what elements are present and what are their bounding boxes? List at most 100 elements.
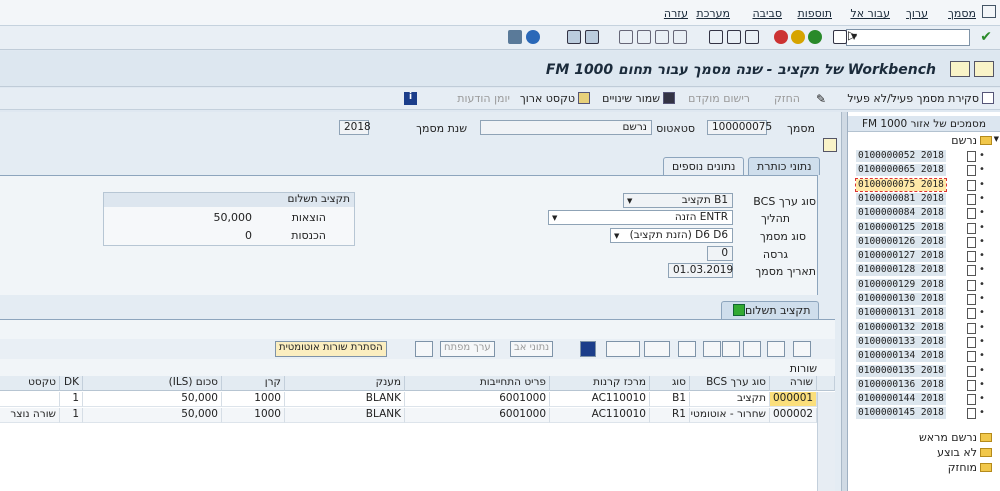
prepost-button[interactable]: רישום מוקדם xyxy=(688,92,750,105)
layout-icon[interactable] xyxy=(585,30,599,44)
tree-node-held[interactable]: מוחזק xyxy=(948,461,992,474)
menu-document[interactable]: מסמך xyxy=(948,7,976,20)
grid-layout-button[interactable] xyxy=(606,341,640,357)
find-next-icon[interactable] xyxy=(727,30,741,44)
display-change-icon[interactable]: ✎ xyxy=(816,92,826,106)
save-icon[interactable] xyxy=(833,30,847,44)
col-header-amount[interactable]: סכום (ILS) xyxy=(83,376,222,391)
doc-list-item[interactable]: 0100000136 2018 xyxy=(856,378,946,391)
enter-icon[interactable]: ✔ xyxy=(980,29,992,45)
new-session-icon[interactable] xyxy=(567,30,581,44)
doc-list-item[interactable]: 0100000135 2018 xyxy=(856,364,946,377)
grid-find-button[interactable] xyxy=(703,341,721,357)
master-data-button[interactable]: נתוני אב xyxy=(510,341,554,357)
menu-edit[interactable]: ערוך xyxy=(906,7,928,20)
version-field[interactable]: 0 xyxy=(707,246,733,261)
col-header-text[interactable]: טקסט xyxy=(0,376,60,391)
doc-list-item[interactable]: 0100000075 2018 xyxy=(855,177,947,192)
grid-details-button[interactable] xyxy=(793,341,811,357)
save-changes-button[interactable]: שמור שינויים xyxy=(602,92,675,105)
customize-icon[interactable] xyxy=(508,30,522,44)
find-icon[interactable] xyxy=(709,30,723,44)
col-header-line[interactable]: שורה xyxy=(770,376,817,391)
prev-page-icon[interactable] xyxy=(637,30,651,44)
workbench-icon[interactable] xyxy=(950,61,970,77)
tab-header-data[interactable]: נתוני כותרת xyxy=(748,157,821,175)
col-header-grant[interactable]: מענק xyxy=(285,376,405,391)
help-icon[interactable] xyxy=(526,30,540,44)
grid-copy-button[interactable] xyxy=(644,341,670,357)
doc-list-item[interactable]: 0100000081 2018 xyxy=(856,192,946,205)
grid-filter-button[interactable] xyxy=(743,341,761,357)
cancel-icon[interactable] xyxy=(774,30,788,44)
doc-list-item[interactable]: 0100000125 2018 xyxy=(856,221,946,234)
table-row[interactable]: 000002 xyxy=(770,408,817,423)
cell-text[interactable]: שורה נוצר xyxy=(0,408,60,423)
command-field[interactable]: ▼ xyxy=(846,29,970,46)
tree-node-posted[interactable]: ▼ נרשם xyxy=(951,134,999,147)
doc-list-item[interactable]: 0100000052 2018 xyxy=(856,150,946,162)
grid-info-icon[interactable] xyxy=(580,341,596,357)
info-icon[interactable]: i xyxy=(404,92,417,105)
message-log-button[interactable]: יומן הודעות xyxy=(457,92,510,105)
col-header-fund-center[interactable]: מרכז קרנות xyxy=(550,376,650,391)
doc-list-item[interactable]: 0100000145 2018 xyxy=(856,407,946,420)
year-field[interactable]: 2018 xyxy=(339,120,371,135)
long-text-button[interactable]: טקסט ארוך xyxy=(520,92,590,105)
cell-text[interactable] xyxy=(0,392,60,407)
tree-node-preposted[interactable]: נרשם מראש xyxy=(919,431,992,444)
process-select[interactable]: ENTR הזנה xyxy=(548,210,733,225)
menu-extras[interactable]: תוספות xyxy=(798,7,832,20)
key-value-button[interactable]: ערך מפתח xyxy=(440,341,495,357)
doc-list-item[interactable]: 0100000133 2018 xyxy=(856,335,946,348)
exit-yellow-icon[interactable] xyxy=(791,30,805,44)
table-row[interactable]: 000001 xyxy=(770,392,817,407)
doc-list-item[interactable]: 0100000129 2018 xyxy=(856,278,946,291)
doc-list-item[interactable]: 0100000131 2018 xyxy=(856,307,946,320)
status-field[interactable]: נרשם xyxy=(480,120,652,135)
next-page-icon[interactable] xyxy=(655,30,669,44)
toggle-active-button[interactable]: סקירת מסמך פעיל/לא פעיל xyxy=(847,92,994,105)
menu-goto[interactable]: עבור אל xyxy=(850,7,890,20)
document-icon[interactable] xyxy=(823,138,837,152)
tab-additional-data[interactable]: נתונים נוספים xyxy=(663,157,745,175)
tab-payment-budget[interactable]: תקציב תשלום xyxy=(721,301,820,319)
doc-list-item[interactable]: 0100000134 2018 xyxy=(856,350,946,363)
menu-environment[interactable]: סביבה xyxy=(752,7,782,20)
col-header-commitment[interactable]: פריט התחייבות xyxy=(405,376,550,391)
tree-node-not-done[interactable]: לא בוצע xyxy=(937,446,992,459)
hide-auto-rows-button[interactable]: הסתרת שורות אוטומטית xyxy=(275,341,387,357)
grid-findnext-button[interactable] xyxy=(722,341,740,357)
grid-sum-button[interactable] xyxy=(678,341,696,357)
menu-help[interactable]: עזרה xyxy=(664,7,688,20)
play-icon[interactable]: ▷ xyxy=(848,28,862,42)
doc-list-item[interactable]: 0100000126 2018 xyxy=(856,235,946,248)
print-icon[interactable] xyxy=(745,30,759,44)
grid-settings-icon[interactable] xyxy=(817,376,835,391)
col-header-type[interactable]: סוג xyxy=(650,376,690,391)
splitter[interactable] xyxy=(841,112,847,491)
exit-icon[interactable] xyxy=(982,5,996,18)
back-icon[interactable] xyxy=(808,30,822,44)
row-selector-column[interactable] xyxy=(817,392,835,491)
doc-list-item[interactable]: 0100000084 2018 xyxy=(856,207,946,220)
grid-icon-btn[interactable] xyxy=(415,341,433,357)
col-header-bcs[interactable]: סוג ערך BCS xyxy=(690,376,770,391)
doc-list-item[interactable]: 0100000065 2018 xyxy=(856,164,946,177)
hold-button[interactable]: החזק xyxy=(774,92,800,105)
first-page-icon[interactable] xyxy=(619,30,633,44)
doc-field[interactable]: 100000075 xyxy=(707,120,772,135)
bcs-select[interactable]: B1 תקציב xyxy=(623,193,733,208)
date-field[interactable]: 01.03.2019 xyxy=(668,263,733,278)
menu-system[interactable]: מערכת xyxy=(696,7,730,20)
last-page-icon[interactable] xyxy=(673,30,687,44)
doc-list-item[interactable]: 0100000127 2018 xyxy=(856,250,946,263)
doc-list-item[interactable]: 0100000144 2018 xyxy=(856,393,946,406)
grid-print-button[interactable] xyxy=(767,341,785,357)
col-header-fund[interactable]: קרן xyxy=(222,376,285,391)
doc-list-item[interactable]: 0100000132 2018 xyxy=(856,321,946,334)
doc-list-item[interactable]: 0100000128 2018 xyxy=(856,264,946,277)
col-header-dk[interactable]: DK xyxy=(60,376,83,391)
doc-list-item[interactable]: 0100000130 2018 xyxy=(856,293,946,305)
toggle-nav-icon[interactable] xyxy=(974,61,994,77)
